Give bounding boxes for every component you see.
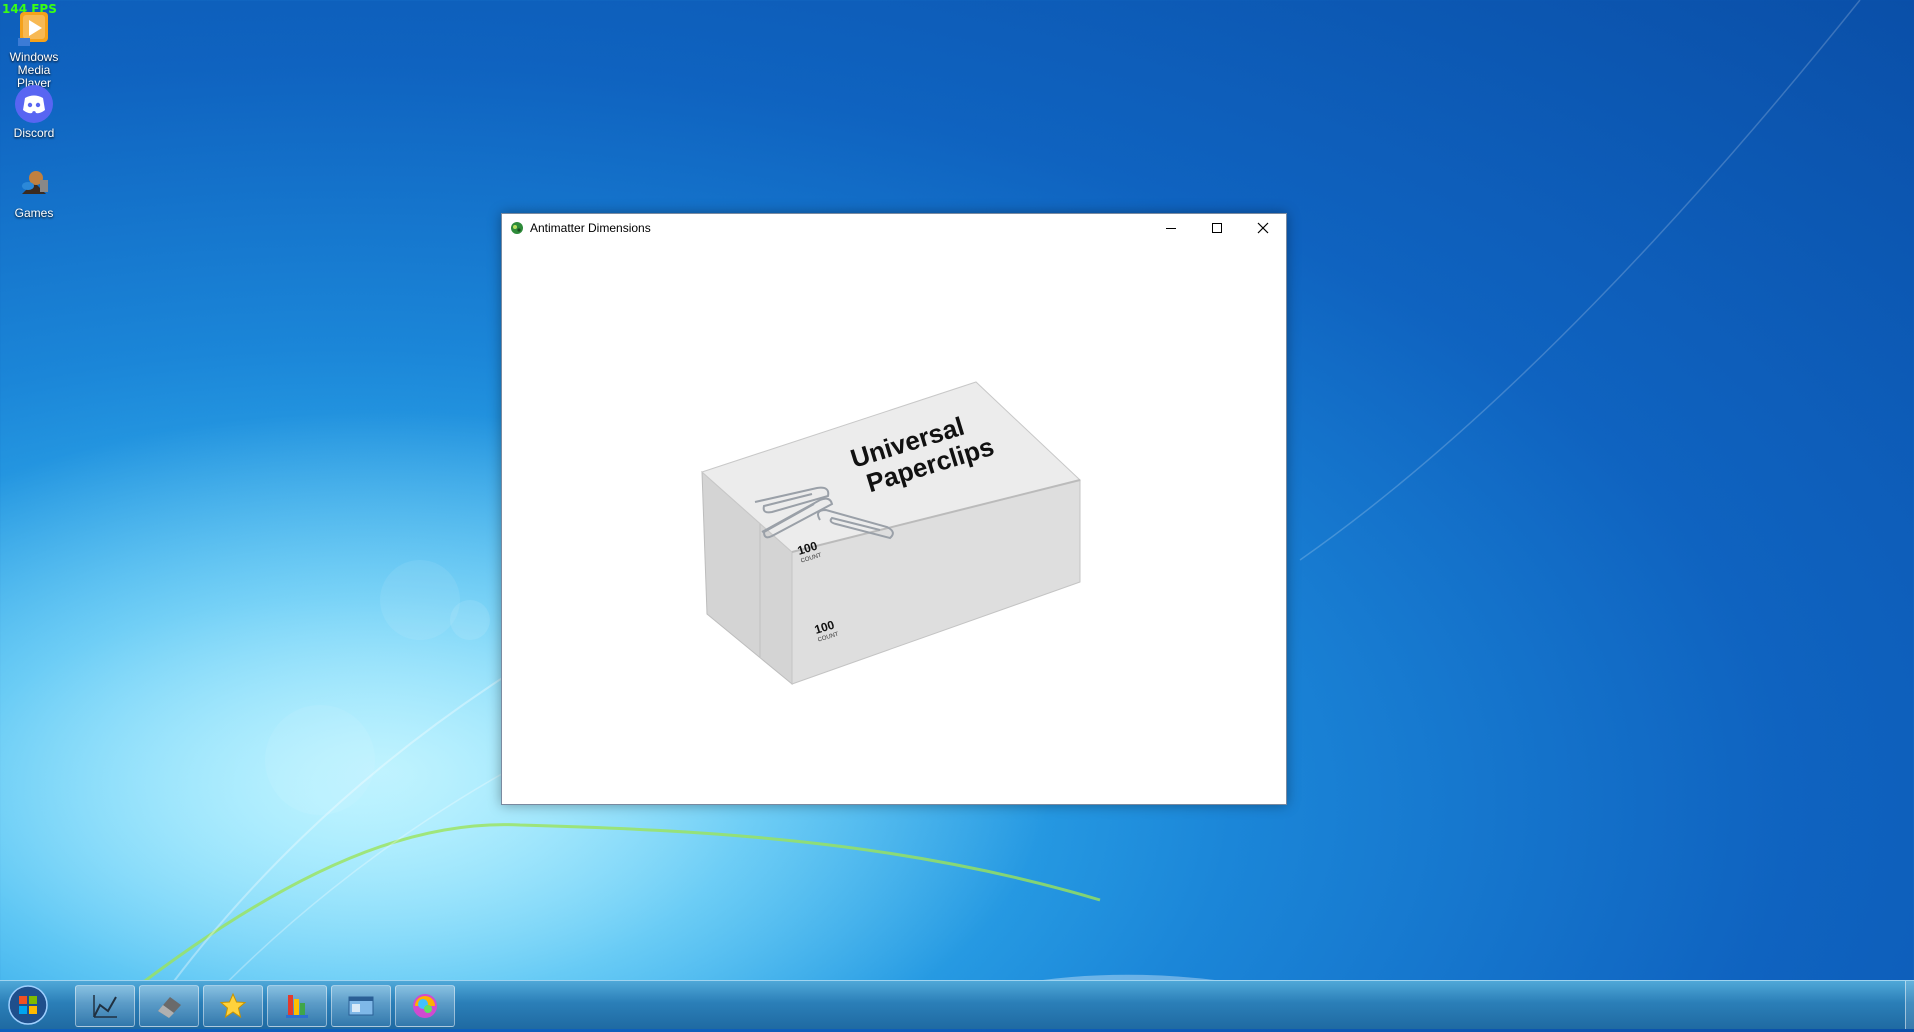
taskbar-item-graph-tool[interactable] xyxy=(75,985,135,1027)
desktop-icon-games[interactable]: Games xyxy=(2,164,66,220)
colorful-bars-icon xyxy=(286,995,308,1018)
taskbar xyxy=(0,980,1914,1029)
windows-media-player-icon xyxy=(18,12,48,46)
close-icon xyxy=(1257,222,1269,234)
desktop-icon-discord[interactable]: Discord xyxy=(2,84,66,140)
show-desktop-button[interactable] xyxy=(1905,981,1914,1029)
taskbar-item-colorful-bars[interactable] xyxy=(267,985,327,1027)
minimize-button[interactable] xyxy=(1148,214,1194,242)
window-title: Antimatter Dimensions xyxy=(530,221,651,235)
games-icon xyxy=(22,171,48,194)
rainbow-ball-icon xyxy=(413,994,437,1018)
taskbar-item-window-preview[interactable] xyxy=(331,985,391,1027)
close-button[interactable] xyxy=(1240,214,1286,242)
paperclip-box-image[interactable]: Universal Paperclips 100 COUNT 100 COUNT xyxy=(502,242,1284,802)
window-titlebar[interactable]: Antimatter Dimensions xyxy=(502,214,1286,242)
graph-tool-icon xyxy=(93,995,117,1018)
antimatter-dimensions-icon xyxy=(511,222,523,234)
start-button[interactable] xyxy=(4,983,52,1027)
taskbar-item-eraser[interactable] xyxy=(139,985,199,1027)
taskbar-item-star[interactable] xyxy=(203,985,263,1027)
maximize-button[interactable] xyxy=(1194,214,1240,242)
window-preview-icon xyxy=(348,996,374,1016)
windows-orb-icon xyxy=(8,985,48,1025)
minimize-icon xyxy=(1166,228,1176,229)
taskbar-item-rainbow-ball[interactable] xyxy=(395,985,455,1027)
app-window: Antimatter Dimensions Universal Papercli… xyxy=(501,213,1287,805)
window-content: Universal Paperclips 100 COUNT 100 COUNT xyxy=(502,242,1286,804)
discord-icon xyxy=(15,85,53,123)
star-icon xyxy=(219,992,247,1019)
maximize-icon xyxy=(1212,223,1222,233)
desktop-icon-label: Games xyxy=(14,206,54,220)
desktop-icon-label: Discord xyxy=(13,126,55,140)
eraser-icon xyxy=(158,997,181,1018)
desktop-icon-windows-media-player[interactable]: Windows Media Player xyxy=(2,8,66,90)
